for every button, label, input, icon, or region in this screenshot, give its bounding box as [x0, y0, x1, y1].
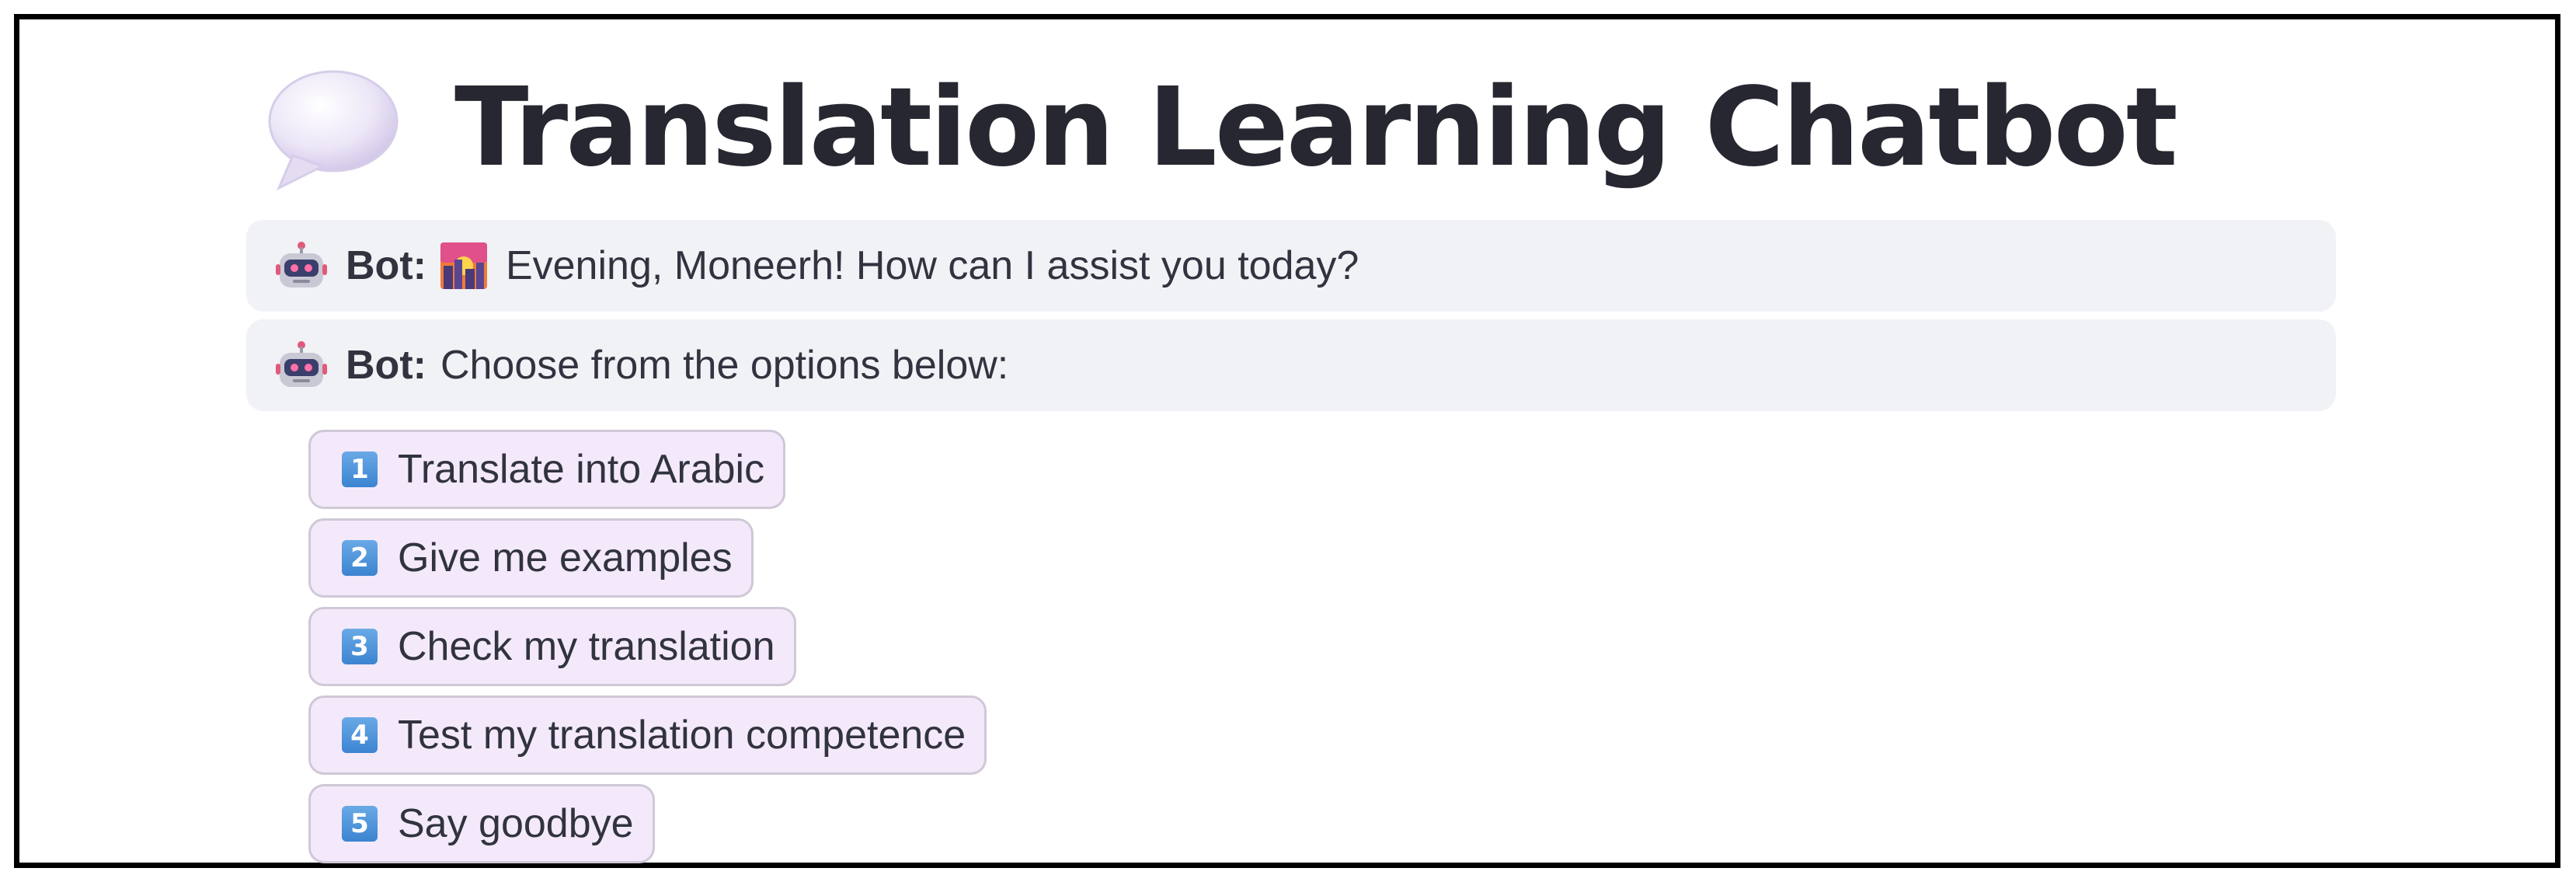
sender-label: Bot:: [346, 343, 426, 388]
speech-balloon-icon: [268, 70, 399, 191]
bot-message-greeting: Bot: Evening, Moneerh! How can I assist …: [246, 220, 2336, 312]
option-say-goodbye-button[interactable]: 5 Say goodbye: [308, 784, 655, 863]
screenshot-frame: Translation Learning Chatbot Bot: Evenin…: [14, 14, 2560, 868]
option-test-competence-button[interactable]: 4 Test my translation competence: [308, 695, 987, 775]
keycap-two-icon: 2: [342, 540, 378, 576]
keycap-three-icon: 3: [342, 629, 378, 664]
message-text: Evening, Moneerh! How can I assist you t…: [505, 243, 1359, 288]
bot-message-prompt: Bot: Choose from the options below:: [246, 319, 2336, 411]
message-text: Choose from the options below:: [440, 343, 1009, 388]
sender-label: Bot:: [346, 243, 426, 288]
page-title: Translation Learning Chatbot: [454, 64, 2178, 191]
keycap-four-icon: 4: [342, 717, 378, 753]
option-label: Translate into Arabic: [398, 447, 765, 492]
options-list: 1 Translate into Arabic 2 Give me exampl…: [308, 430, 987, 873]
sunset-city-icon: [440, 242, 487, 289]
option-translate-into-arabic-button[interactable]: 1 Translate into Arabic: [308, 430, 786, 509]
option-label: Check my translation: [398, 624, 775, 669]
keycap-one-icon: 1: [342, 451, 378, 487]
keycap-five-icon: 5: [342, 806, 378, 842]
robot-icon: [276, 341, 327, 387]
option-label: Test my translation competence: [398, 713, 966, 758]
robot-icon: [276, 242, 327, 288]
option-give-me-examples-button[interactable]: 2 Give me examples: [308, 518, 754, 598]
option-check-my-translation-button[interactable]: 3 Check my translation: [308, 607, 796, 686]
option-label: Say goodbye: [398, 801, 634, 846]
option-label: Give me examples: [398, 535, 733, 580]
page-header: Translation Learning Chatbot: [262, 51, 2178, 206]
